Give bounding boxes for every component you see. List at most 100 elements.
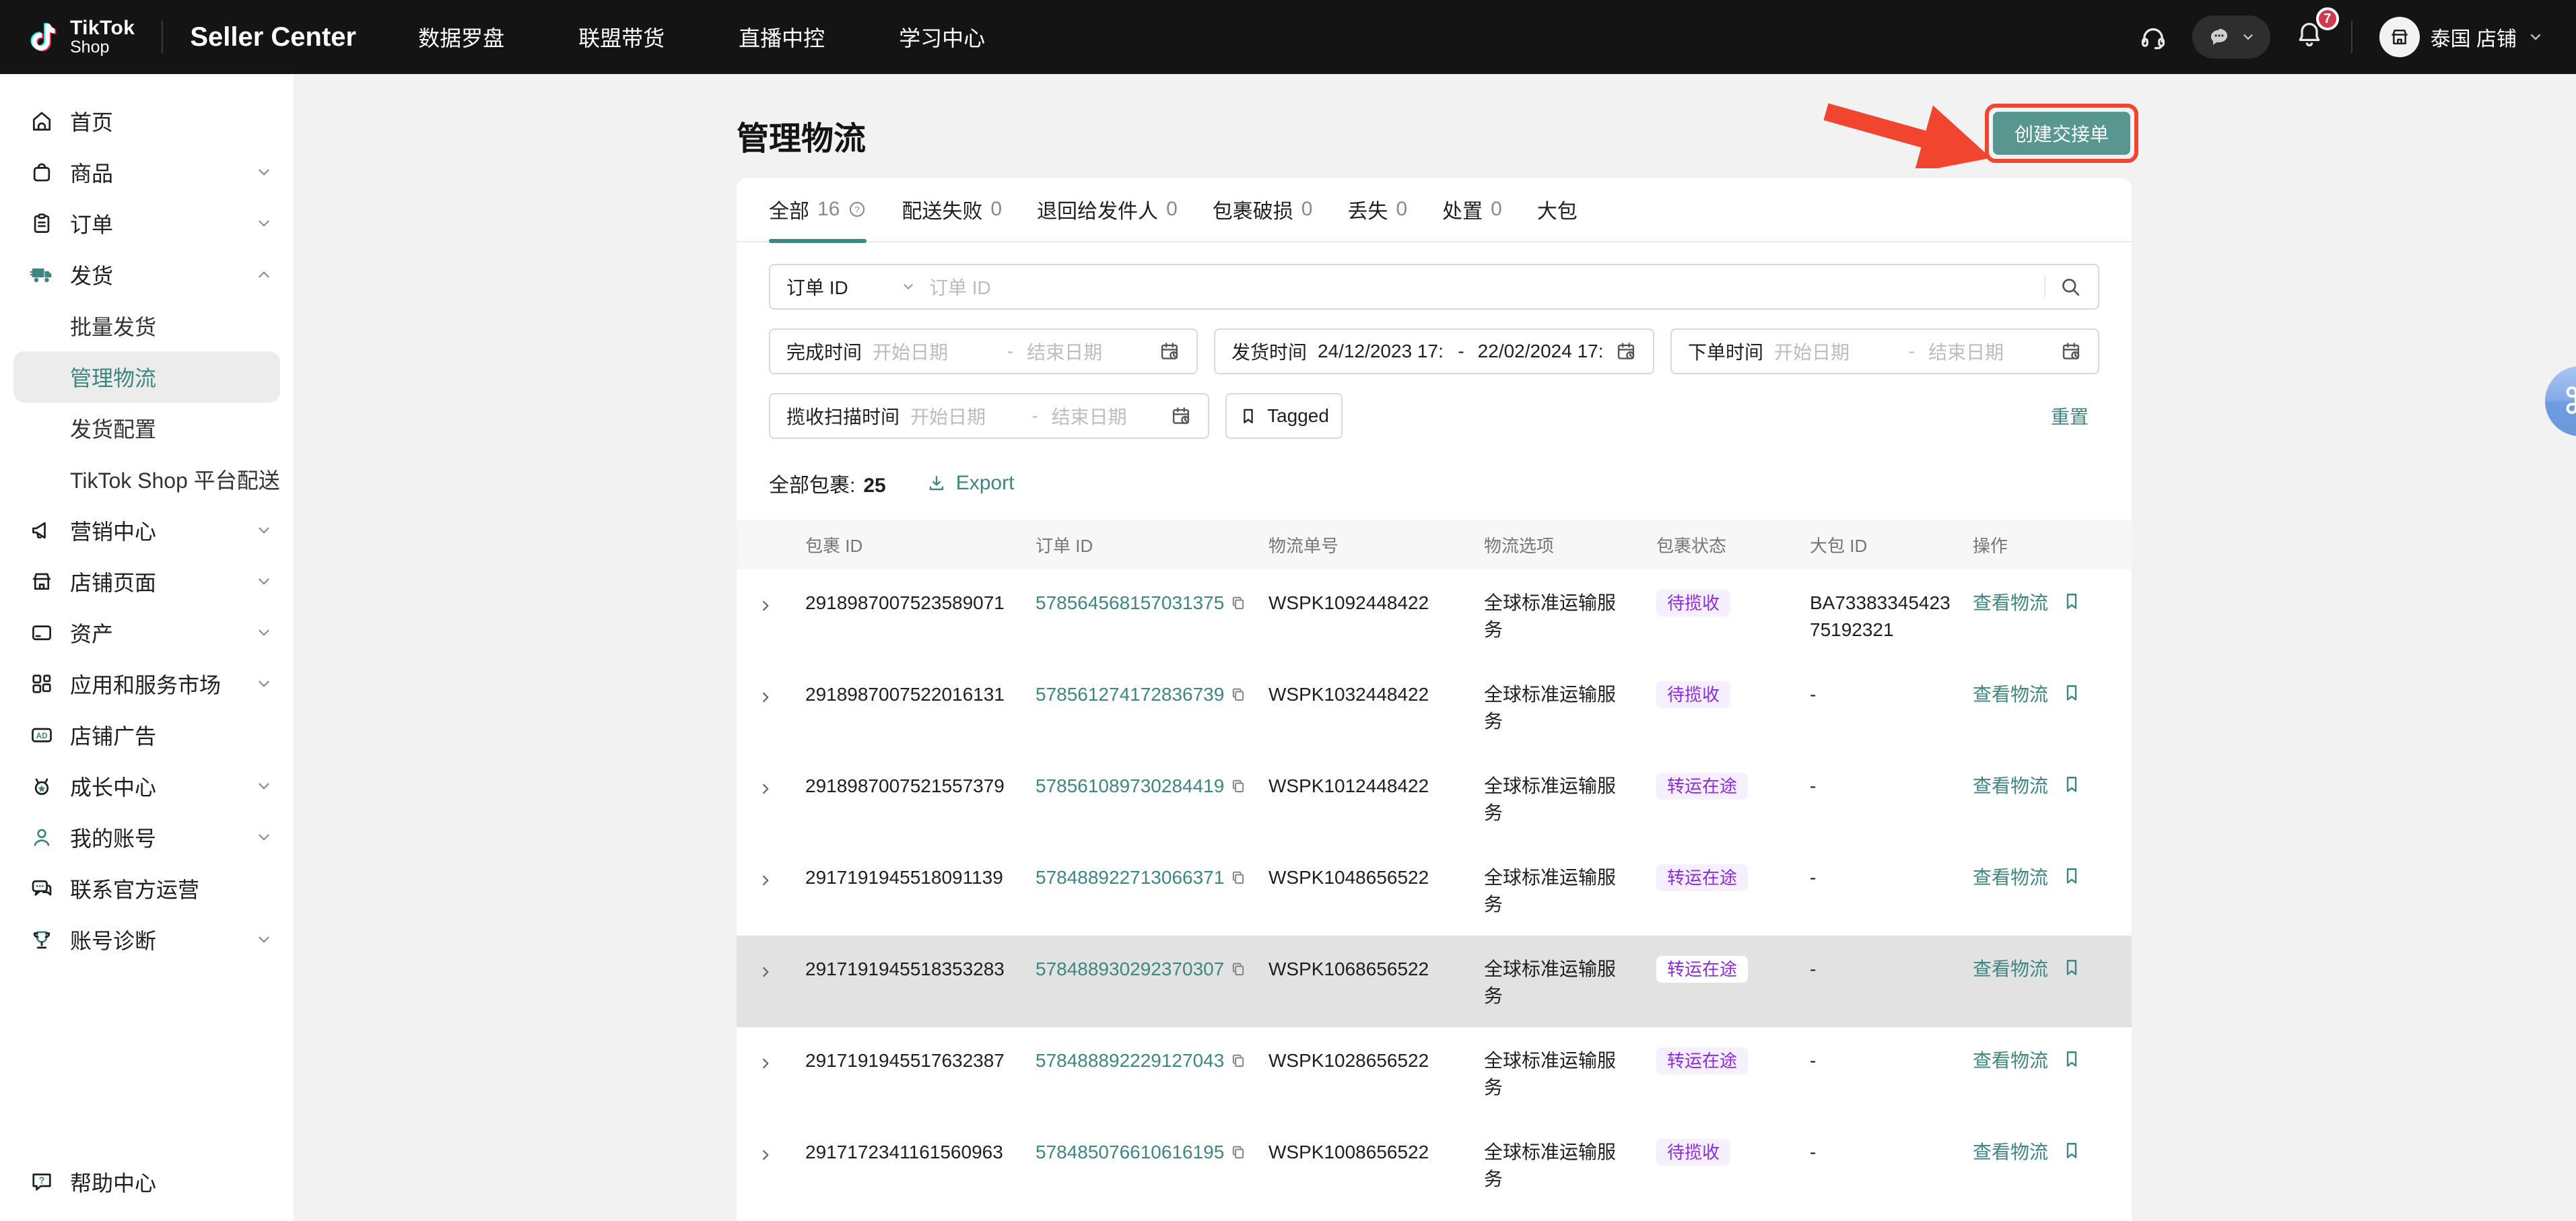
shop-name: 泰国 店铺 (2431, 22, 2517, 52)
expand-row-button[interactable] (758, 590, 805, 621)
search-field-select[interactable]: 订单 ID (770, 273, 929, 300)
order-id-link[interactable]: 578561274172836739 (1036, 684, 1224, 705)
chat-bubble-icon (2207, 25, 2231, 49)
date-start-value: 24/12/2023 17:0 (1318, 341, 1444, 362)
sidebar-item-9[interactable]: 店铺页面 (0, 556, 294, 607)
messages-button[interactable] (2192, 15, 2270, 59)
storefront-icon (30, 569, 54, 594)
expand-row-button[interactable] (758, 1047, 805, 1078)
tab-5[interactable]: 丢失0 (1347, 178, 1407, 242)
copy-icon[interactable] (1229, 594, 1247, 612)
copy-icon[interactable] (1229, 961, 1247, 978)
notifications-button[interactable]: 7 (2295, 20, 2324, 55)
expand-row-button[interactable] (758, 864, 805, 895)
shop-switcher[interactable]: 泰国 店铺 (2379, 17, 2544, 57)
view-logistics-link[interactable]: 查看物流 (1973, 681, 2048, 708)
tab-7[interactable]: 大包 (1537, 178, 1578, 242)
copy-icon[interactable] (1229, 777, 1247, 795)
bookmark-icon[interactable] (2062, 1139, 2082, 1160)
date-filter-2[interactable]: 发货时间24/12/2023 17:0-22/02/2024 17: (1214, 328, 1654, 374)
search-icon[interactable] (2059, 275, 2082, 298)
support-headset-icon[interactable] (2138, 22, 2168, 52)
tab-6[interactable]: 处置0 (1442, 178, 1502, 242)
order-id-link[interactable]: 578488922713066371 (1036, 867, 1224, 888)
sidebar-item-14[interactable]: 我的账号 (0, 812, 294, 863)
date-filter-1[interactable]: 完成时间开始日期-结束日期 (769, 328, 1198, 374)
sidebar-item-8[interactable]: 营销中心 (0, 505, 294, 556)
bookmark-icon[interactable] (2062, 956, 2082, 977)
copy-icon[interactable] (1229, 1144, 1247, 1161)
column-header: 包裹 ID (805, 532, 1036, 557)
expand-row-button[interactable] (758, 956, 805, 987)
sidebar-item-4[interactable]: 批量发货 (0, 300, 294, 351)
tab-2[interactable]: 配送失败0 (902, 178, 1002, 242)
topnav-item-3[interactable]: 直播中控 (739, 22, 825, 53)
home-icon (30, 109, 54, 133)
order-id-link[interactable]: 578485076610616195 (1036, 1142, 1224, 1162)
view-logistics-link[interactable]: 查看物流 (1973, 956, 2048, 983)
order-id-link[interactable]: 578488930292370307 (1036, 958, 1224, 979)
logo-line1: TikTok (70, 18, 135, 39)
sidebar-item-11[interactable]: 应用和服务市场 (0, 658, 294, 709)
view-logistics-link[interactable]: 查看物流 (1973, 1139, 2048, 1166)
export-button[interactable]: Export (926, 472, 1015, 495)
sidebar-item-12[interactable]: AD店铺广告 (0, 709, 294, 761)
order-id-link[interactable]: 578561089730284419 (1036, 775, 1224, 796)
chevron-down-icon (256, 215, 272, 232)
bookmark-icon[interactable] (2062, 1047, 2082, 1069)
sidebar-item-16[interactable]: 账号诊断 (0, 914, 294, 965)
sidebar-item-13[interactable]: 成长中心 (0, 761, 294, 812)
topnav-item-2[interactable]: 联盟带货 (578, 22, 665, 53)
sidebar-item-7[interactable]: TikTok Shop 平台配送 (0, 454, 294, 505)
bookmark-icon[interactable] (2062, 590, 2082, 611)
filters-row-3: 揽收扫描时间开始日期-结束日期 Tagged 重置 (769, 393, 2099, 439)
tab-1[interactable]: 全部16? (769, 178, 867, 242)
tiktok-shop-logo[interactable]: TikTok Shop (24, 18, 135, 56)
sidebar-item-footer[interactable]: ?帮助中心 (0, 1156, 294, 1208)
bookmark-icon[interactable] (2062, 864, 2082, 886)
sidebar-item-0[interactable]: 首页 (0, 96, 294, 147)
sidebar-item-3[interactable]: 发货 (0, 249, 294, 300)
reset-filters-link[interactable]: 重置 (2051, 403, 2089, 429)
sidebar-item-label: 发货 (70, 259, 113, 290)
order-id-link[interactable]: 578564568157031375 (1036, 592, 1224, 613)
sidebar-item-10[interactable]: 资产 (0, 607, 294, 658)
expand-row-button[interactable] (758, 773, 805, 804)
sidebar-item-label: 帮助中心 (70, 1166, 156, 1197)
view-logistics-link[interactable]: 查看物流 (1973, 864, 2048, 891)
date-filter-label: 发货时间 (1231, 338, 1307, 365)
expand-row-button[interactable] (758, 1139, 805, 1170)
batch-id-cell: - (1810, 681, 1973, 708)
search-input[interactable]: 订单 ID (929, 273, 2044, 300)
view-logistics-link[interactable]: 查看物流 (1973, 773, 2048, 800)
sidebar-item-1[interactable]: 商品 (0, 147, 294, 198)
copy-icon[interactable] (1229, 869, 1247, 886)
bookmark-icon[interactable] (2062, 681, 2082, 703)
topnav-item-1[interactable]: 数据罗盘 (418, 22, 504, 53)
sidebar-item-15[interactable]: 联系官方运营 (0, 863, 294, 914)
topnav-item-4[interactable]: 学习中心 (899, 22, 985, 53)
view-logistics-link[interactable]: 查看物流 (1973, 1047, 2048, 1074)
date-filter-label: 下单时间 (1688, 338, 1763, 365)
column-header: 物流选项 (1484, 532, 1656, 557)
order-id-link[interactable]: 578488892229127043 (1036, 1050, 1224, 1071)
tab-count: 0 (1491, 198, 1502, 221)
tagged-filter-button[interactable]: Tagged (1225, 393, 1343, 439)
sidebar-item-6[interactable]: 发货配置 (0, 403, 294, 454)
bookmark-icon[interactable] (2062, 773, 2082, 794)
tab-4[interactable]: 包裹破损0 (1213, 178, 1313, 242)
sidebar-item-5[interactable]: 管理物流 (13, 351, 280, 403)
package-id-cell: 2917191945517632387 (805, 1047, 1036, 1074)
create-handover-button[interactable]: 创建交接单 (1993, 112, 2130, 155)
sidebar-item-2[interactable]: 订单 (0, 198, 294, 249)
top-bar: TikTok Shop Seller Center 数据罗盘联盟带货直播中控学习… (0, 0, 2576, 74)
expand-row-button[interactable] (758, 681, 805, 712)
date-filter-3[interactable]: 下单时间开始日期-结束日期 (1670, 328, 2099, 374)
date-filter-4[interactable]: 揽收扫描时间开始日期-结束日期 (769, 393, 1209, 439)
sidebar-item-label: 应用和服务市场 (70, 668, 221, 699)
tab-3[interactable]: 退回给发件人0 (1037, 178, 1178, 242)
view-logistics-link[interactable]: 查看物流 (1973, 590, 2048, 617)
shipping-option-cell: 全球标准运输服务 (1484, 773, 1656, 827)
copy-icon[interactable] (1229, 1052, 1247, 1070)
copy-icon[interactable] (1229, 686, 1247, 703)
